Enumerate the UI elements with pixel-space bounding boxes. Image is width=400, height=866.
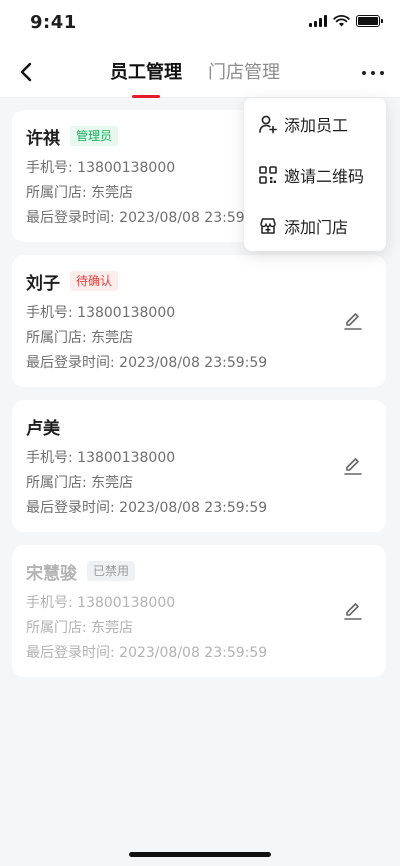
employee-card[interactable]: 刘子 待确认 手机号: 13800138000 所属门店: 东莞店 最后登录时间… [12,255,386,387]
employee-last-login: 最后登录时间: 2023/08/08 23:59:59 [26,355,268,371]
employee-store: 所属门店: 东莞店 [26,475,134,491]
status-bar: 9:41 [0,0,400,48]
qrcode-icon [258,165,278,185]
edit-button[interactable] [342,600,364,622]
role-badge: 管理员 [70,126,119,146]
name-row: 宋慧骏 已禁用 [26,559,372,584]
menu-item-invite-qrcode[interactable]: 邀请二维码 [244,149,386,200]
status-badge: 待确认 [70,271,119,291]
battery-icon [356,15,383,27]
add-user-icon [258,114,278,134]
employee-name: 许祺 [26,128,60,149]
employee-name: 卢美 [26,418,60,439]
employee-card[interactable]: 卢美 手机号: 13800138000 所属门店: 东莞店 最后登录时间: 20… [12,400,386,532]
nav-header: 员工管理 门店管理 [0,48,400,98]
tab-employee-management[interactable]: 员工管理 [110,60,182,98]
chevron-left-icon [20,62,32,82]
edit-button[interactable] [342,310,364,332]
name-row: 卢美 [26,414,372,439]
more-dot [362,71,366,75]
employee-store: 所属门店: 东莞店 [26,330,134,346]
employee-phone: 手机号: 13800138000 [26,595,176,611]
menu-item-label: 邀请二维码 [284,166,365,186]
more-dot [380,71,384,75]
employee-last-login: 最后登录时间: 2023/08/08 23:59:59 [26,500,268,516]
employee-phone: 手机号: 13800138000 [26,450,176,466]
tab-bar: 员工管理 门店管理 [110,60,280,98]
employee-card[interactable]: 宋慧骏 已禁用 手机号: 13800138000 所属门店: 东莞店 最后登录时… [12,545,386,677]
back-button[interactable] [14,60,38,84]
menu-item-add-employee[interactable]: 添加员工 [244,98,386,149]
edit-button[interactable] [342,455,364,477]
employee-management-screen: 9:41 员工管理 门店管理 许祺 管理员 手机号: 13800138000 所… [0,0,400,866]
employee-phone: 手机号: 13800138000 [26,305,176,321]
name-row: 刘子 待确认 [26,269,372,294]
menu-item-label: 添加门店 [284,217,349,237]
employee-name: 宋慧骏 [26,563,77,584]
tab-store-management[interactable]: 门店管理 [208,60,280,86]
status-time: 9:41 [30,12,77,33]
more-options-menu: 添加员工 邀请二维码 添加门店 [244,98,386,251]
wifi-icon [333,15,350,27]
employee-store: 所属门店: 东莞店 [26,620,134,636]
edit-icon [344,603,362,620]
employee-last-login: 最后登录时间: 2023/08/08 23:59:59 [26,645,268,661]
more-options-button[interactable] [362,64,384,82]
status-badge: 已禁用 [87,561,136,581]
signal-icon [309,15,327,27]
more-dot [371,71,375,75]
edit-icon [344,458,362,475]
status-icons [309,15,383,27]
menu-item-add-store[interactable]: 添加门店 [244,200,386,251]
add-store-icon [258,216,278,236]
menu-item-label: 添加员工 [284,115,349,135]
edit-icon [344,313,362,330]
employee-name: 刘子 [26,273,60,294]
home-indicator [129,852,271,857]
